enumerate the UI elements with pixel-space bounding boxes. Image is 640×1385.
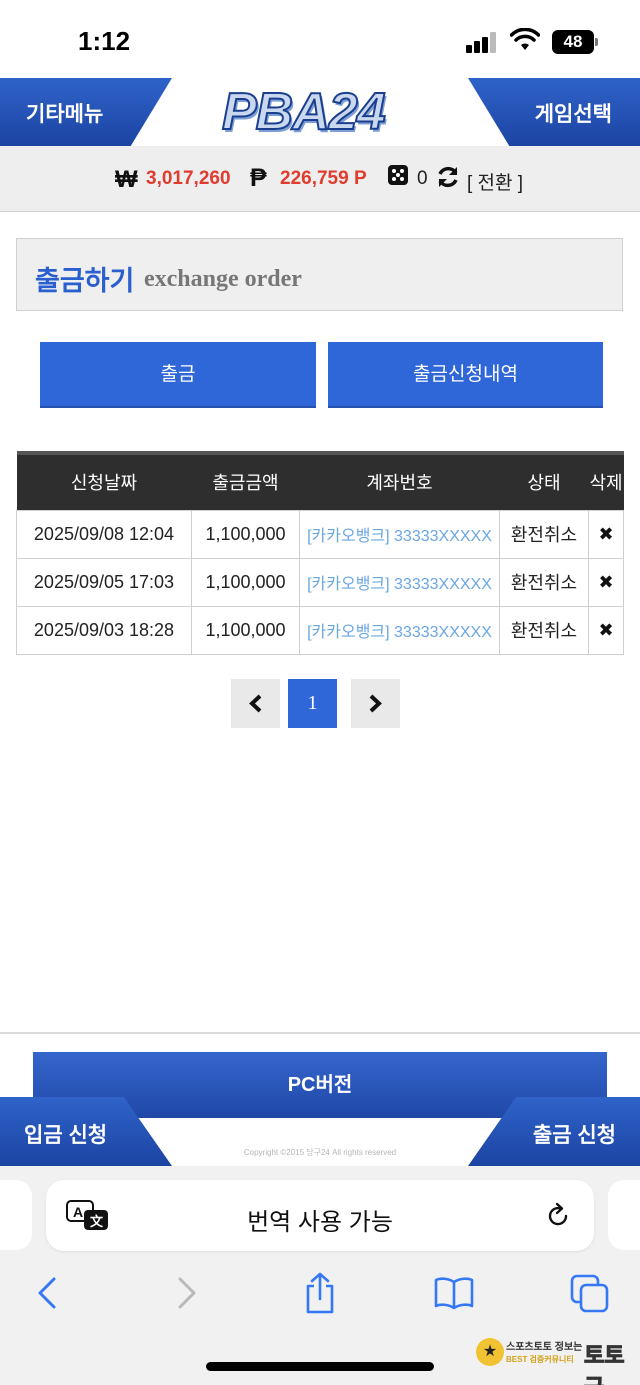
address-bar[interactable]: A 文 번역 사용 가능 <box>46 1180 594 1251</box>
site-header: 기타메뉴 PBA24 게임선택 <box>0 78 640 146</box>
status-time: 1:12 <box>78 26 131 56</box>
refresh-icon[interactable] <box>435 164 461 190</box>
row-date: 2025/09/05 17:03 <box>16 557 192 607</box>
watermark: ★ 스포츠토토 정보는 BEST 검증커뮤니티 토토군 <box>476 1336 628 1385</box>
next-tab-card[interactable] <box>608 1180 640 1250</box>
chevron-right-icon[interactable] <box>351 679 400 728</box>
balance-bar: ₩ 3,017,260 ₱ 226,759 P 0 [ 전환 ] <box>0 146 640 212</box>
page-subtitle: exchange order <box>144 266 302 292</box>
page-title: 출금하기 <box>35 266 135 296</box>
chevron-left-icon[interactable] <box>231 679 280 728</box>
row-account: [카카오뱅크] 33333XXXXX <box>299 605 500 655</box>
battery-indicator: 48 <box>552 30 598 54</box>
row-date: 2025/09/03 18:28 <box>16 605 192 655</box>
money-balance: 3,017,260 <box>146 168 231 189</box>
row-account: [카카오뱅크] 33333XXXXX <box>299 557 500 607</box>
reload-icon[interactable] <box>544 1202 572 1230</box>
bookmarks-icon[interactable] <box>434 1272 474 1314</box>
point-balance: 226,759 P <box>280 168 367 189</box>
wifi-icon <box>510 28 540 50</box>
share-icon[interactable] <box>300 1272 340 1314</box>
watermark-brand: 토토군 <box>584 1343 625 1385</box>
back-icon[interactable] <box>28 1272 68 1314</box>
row-amount: 1,100,000 <box>191 557 300 607</box>
page-title-box: 출금하기 exchange order <box>16 238 623 311</box>
header-status: 상태 <box>499 451 589 510</box>
header-account: 계좌번호 <box>299 451 500 510</box>
delete-icon[interactable]: ✖ <box>588 557 624 607</box>
game-select-button[interactable]: 게임선택 <box>468 78 640 146</box>
dice-icon <box>388 165 408 185</box>
swap-button[interactable]: [ 전환 ] <box>467 168 523 195</box>
header-date: 신청날짜 <box>16 451 192 510</box>
site-logo[interactable]: PBA24 <box>221 83 418 141</box>
table-row: 2025/09/05 17:03 1,100,000 [카카오뱅크] 33333… <box>16 557 624 607</box>
table-row: 2025/09/08 12:04 1,100,000 [카카오뱅크] 33333… <box>16 509 624 559</box>
row-amount: 1,100,000 <box>191 605 300 655</box>
address-text: 번역 사용 가능 <box>247 1209 393 1236</box>
other-menu-label: 기타메뉴 <box>26 103 104 126</box>
other-menu-button[interactable]: 기타메뉴 <box>0 78 172 146</box>
game-select-label: 게임선택 <box>534 103 612 126</box>
watermark-top-text: 스포츠토토 정보는 <box>506 1342 583 1353</box>
previous-tab-card[interactable] <box>0 1180 32 1250</box>
won-icon: ₩ <box>115 166 138 193</box>
forward-icon[interactable] <box>166 1272 206 1314</box>
tabs-icon[interactable] <box>570 1272 610 1314</box>
row-status: 환전취소 <box>499 557 589 607</box>
withdraw-history-table: 신청날짜 출금금액 계좌번호 상태 삭제 2025/09/08 12:04 1,… <box>16 451 624 655</box>
deposit-request-label: 입금 신청 <box>24 1124 108 1147</box>
withdraw-history-button[interactable]: 출금신청내역 <box>328 342 603 408</box>
row-account: [카카오뱅크] 33333XXXXX <box>299 509 500 559</box>
header-delete: 삭제 <box>588 451 624 510</box>
home-indicator <box>206 1362 434 1371</box>
delete-icon[interactable]: ✖ <box>588 605 624 655</box>
copyright-text: Copyright ©2015 당구24 All rights reserved <box>243 1148 397 1157</box>
withdraw-request-label: 출금 신청 <box>532 1124 616 1147</box>
dice-count: 0 <box>417 168 428 189</box>
row-date: 2025/09/08 12:04 <box>16 509 192 559</box>
header-amount: 출금금액 <box>191 451 300 510</box>
table-header-row: 신청날짜 출금금액 계좌번호 상태 삭제 <box>16 451 624 510</box>
footer-divider <box>0 1032 640 1034</box>
peso-icon: ₱ <box>250 164 267 192</box>
watermark-bottom-text: BEST 검증커뮤니티 <box>506 1355 574 1364</box>
page-number-current[interactable]: 1 <box>288 679 337 728</box>
watermark-mascot-icon: ★ <box>476 1338 504 1366</box>
row-status: 환전취소 <box>499 605 589 655</box>
withdraw-button[interactable]: 출금 <box>40 342 316 408</box>
row-status: 환전취소 <box>499 509 589 559</box>
signal-icon <box>466 31 498 53</box>
status-bar: 1:12 48 <box>0 0 640 78</box>
table-row: 2025/09/03 18:28 1,100,000 [카카오뱅크] 33333… <box>16 605 624 655</box>
row-amount: 1,100,000 <box>191 509 300 559</box>
delete-icon[interactable]: ✖ <box>588 509 624 559</box>
